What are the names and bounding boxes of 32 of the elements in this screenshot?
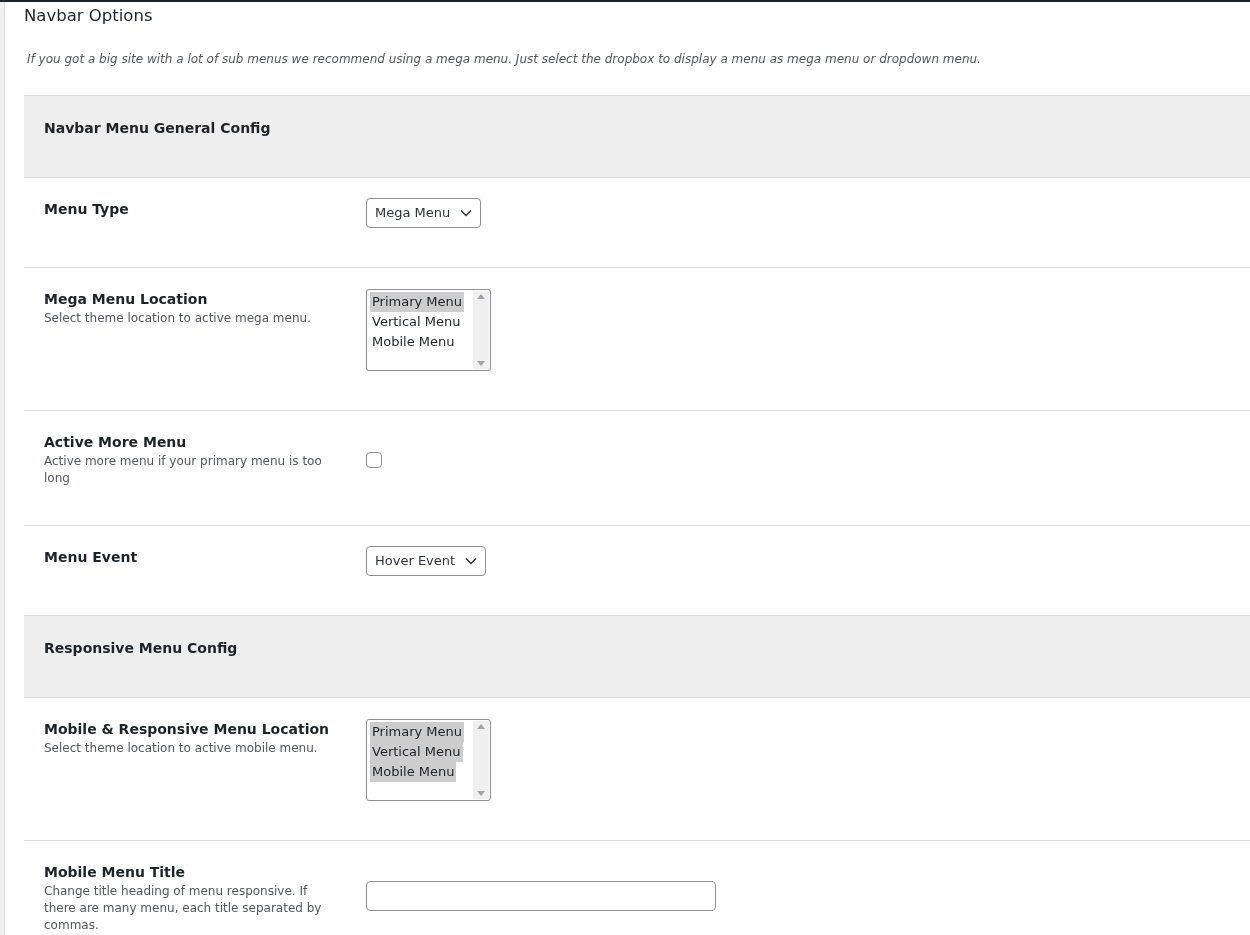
help-text: Active more menu if your primary menu is too long (44, 452, 323, 487)
checkbox[interactable] (366, 451, 382, 468)
field-label: Menu Type (44, 199, 130, 219)
scroll-up-icon[interactable] (477, 293, 485, 299)
field-label: Mobile & Responsive Menu Location (44, 719, 331, 739)
field-label: Mobile Menu Title (44, 862, 187, 882)
help-text: Select theme location to active mega menu. (44, 309, 312, 327)
field-label: Active More Menu (44, 432, 188, 452)
listbox-option[interactable]: Mobile Menu (370, 761, 457, 782)
listbox-option[interactable]: Primary Menu (370, 291, 465, 312)
listbox-option[interactable]: Vertical Menu (370, 311, 463, 332)
section-title: Navbar Menu General Config (44, 119, 271, 136)
listbox-option[interactable]: Primary Menu (370, 721, 465, 742)
scroll-down-icon[interactable] (477, 360, 485, 366)
listbox-option[interactable]: Vertical Menu (370, 741, 463, 762)
field-label: Menu Event (44, 547, 139, 567)
dropdown-select[interactable]: Hover Event (366, 545, 487, 576)
section-title: Responsive Menu Config (44, 639, 238, 656)
scroll-down-icon[interactable] (477, 790, 485, 796)
help-text: Select theme location to active mobile menu. (44, 739, 319, 757)
page-title: Navbar Options (24, 6, 154, 26)
listbox-option[interactable]: Mobile Menu (370, 331, 457, 352)
text-input[interactable] (366, 880, 716, 911)
listbox[interactable]: Primary Menu Vertical Menu Mobile Menu (366, 718, 491, 801)
description-text: If you got a big site with a lot of sub menus we recommend using a mega menu. Just select the dropbox to display a menu as mega menu or dropdown menu. (27, 50, 982, 68)
dropdown-select[interactable]: Mega Menu (366, 197, 482, 228)
chevron-down-icon (465, 556, 478, 565)
scroll-up-icon[interactable] (477, 723, 485, 729)
help-text: Change title heading of menu responsive. If there are many menu, each title separated by commas. (44, 882, 323, 934)
field-label: Mega Menu Location (44, 289, 209, 309)
listbox[interactable]: Primary Menu Vertical Menu Mobile Menu (366, 288, 491, 371)
chevron-down-icon (460, 208, 473, 217)
